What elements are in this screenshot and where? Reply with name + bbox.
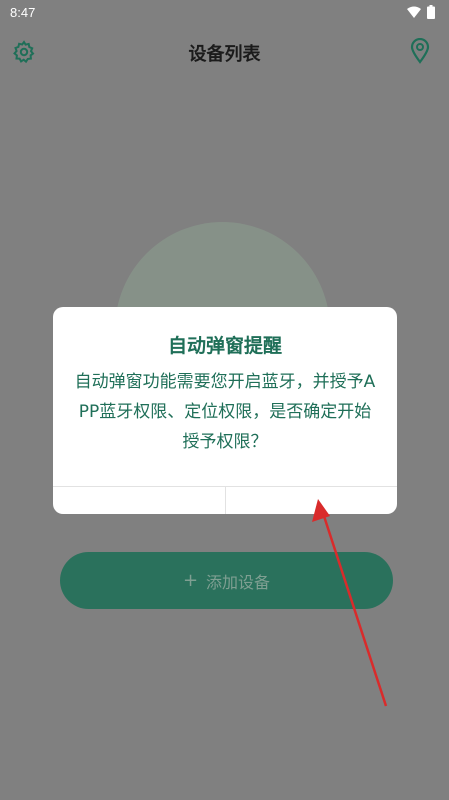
dialog-confirm-button[interactable] — [226, 487, 398, 514]
status-time: 8:47 — [10, 5, 36, 20]
add-device-label: 添加设备 — [206, 572, 271, 592]
location-pin-icon[interactable] — [409, 38, 431, 64]
app-bar: 设备列表 — [0, 26, 449, 78]
status-bar: 8:47 — [0, 0, 449, 26]
dialog-title: 自动弹窗提醒 — [167, 335, 282, 357]
wifi-icon — [407, 6, 421, 18]
dialog-cancel-button[interactable] — [53, 487, 226, 514]
page-title: 设备列表 — [188, 44, 261, 65]
battery-icon — [427, 5, 435, 19]
add-device-button[interactable]: + 添加设备 — [60, 552, 393, 609]
dialog-message: 自动弹窗功能需要您开启蓝牙，并授予APP蓝牙权限、定位权限，是否确定开始授予权限… — [74, 372, 376, 452]
auto-popup-dialog: 自动弹窗提醒 自动弹窗功能需要您开启蓝牙，并授予APP蓝牙权限、定位权限，是否确… — [53, 307, 397, 514]
dialog-button-row — [53, 486, 397, 514]
plus-icon: + — [182, 570, 199, 591]
